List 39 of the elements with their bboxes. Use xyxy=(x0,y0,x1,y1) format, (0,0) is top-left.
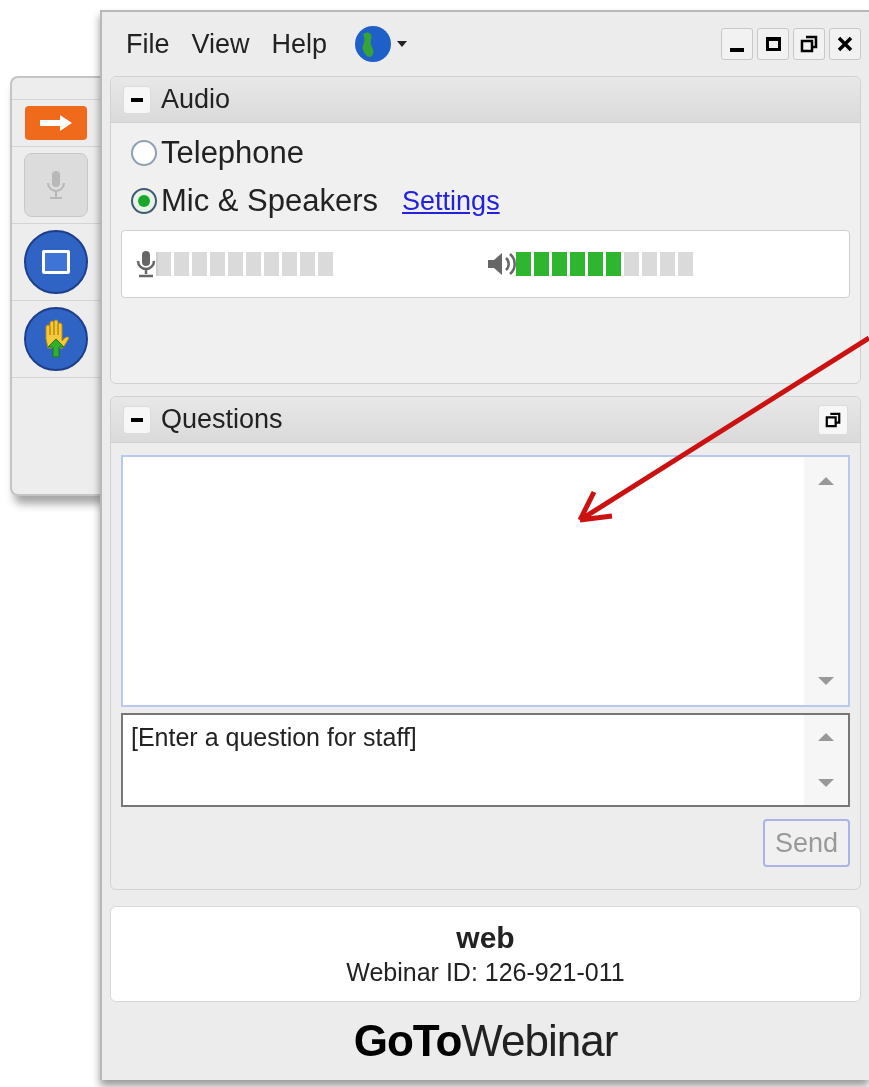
close-button[interactable] xyxy=(829,28,861,60)
webinar-id: Webinar ID: 126-921-011 xyxy=(346,957,625,988)
popout-button[interactable] xyxy=(818,404,848,435)
collapse-icon[interactable] xyxy=(123,85,151,114)
radio-button[interactable] xyxy=(131,188,157,215)
scroll-up-icon[interactable] xyxy=(818,477,834,485)
popout-icon xyxy=(825,411,841,428)
screen-button[interactable] xyxy=(24,230,88,294)
settings-link[interactable]: Settings xyxy=(402,181,500,222)
language-dropdown[interactable] xyxy=(353,24,408,64)
radio-label[interactable]: Mic & Speakers xyxy=(161,183,379,220)
panel-title: Questions xyxy=(161,403,283,437)
caret-icon xyxy=(397,41,408,47)
panel-title: Audio xyxy=(161,83,231,117)
scrollbar[interactable] xyxy=(804,457,848,705)
microphone-icon xyxy=(45,169,67,201)
menu-item[interactable]: File xyxy=(126,23,170,65)
popout-icon xyxy=(800,35,818,53)
scroll-down-icon[interactable] xyxy=(818,779,834,787)
logo: GoToWebinar xyxy=(353,1015,618,1067)
scrollbar[interactable] xyxy=(804,715,848,805)
radio-button[interactable] xyxy=(131,140,157,166)
microphone-icon xyxy=(136,248,156,279)
minimize-button[interactable] xyxy=(721,28,753,60)
screen-icon xyxy=(42,250,70,274)
arrow-button[interactable] xyxy=(25,106,87,140)
close-icon xyxy=(837,36,853,52)
scroll-down-icon[interactable] xyxy=(818,677,834,685)
scroll-up-icon[interactable] xyxy=(818,733,834,741)
raise-hand-button[interactable] xyxy=(24,307,88,371)
menu-item[interactable]: Help xyxy=(271,23,328,65)
radio-label[interactable]: Telephone xyxy=(161,135,305,171)
popout-button[interactable] xyxy=(793,28,825,60)
maximize-button[interactable] xyxy=(757,28,789,60)
speaker-icon xyxy=(486,250,516,277)
globe-icon xyxy=(353,24,394,64)
webinar-name: web xyxy=(456,920,515,956)
menu-item[interactable]: View xyxy=(191,23,250,65)
collapse-icon[interactable] xyxy=(123,405,151,434)
